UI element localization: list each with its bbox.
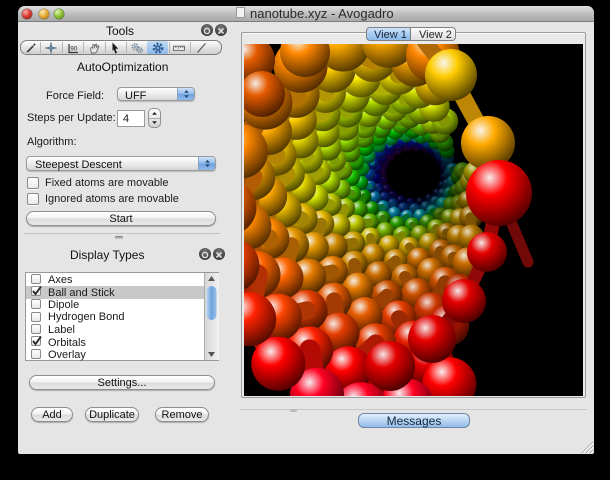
svg-text:90: 90 [70, 46, 78, 53]
